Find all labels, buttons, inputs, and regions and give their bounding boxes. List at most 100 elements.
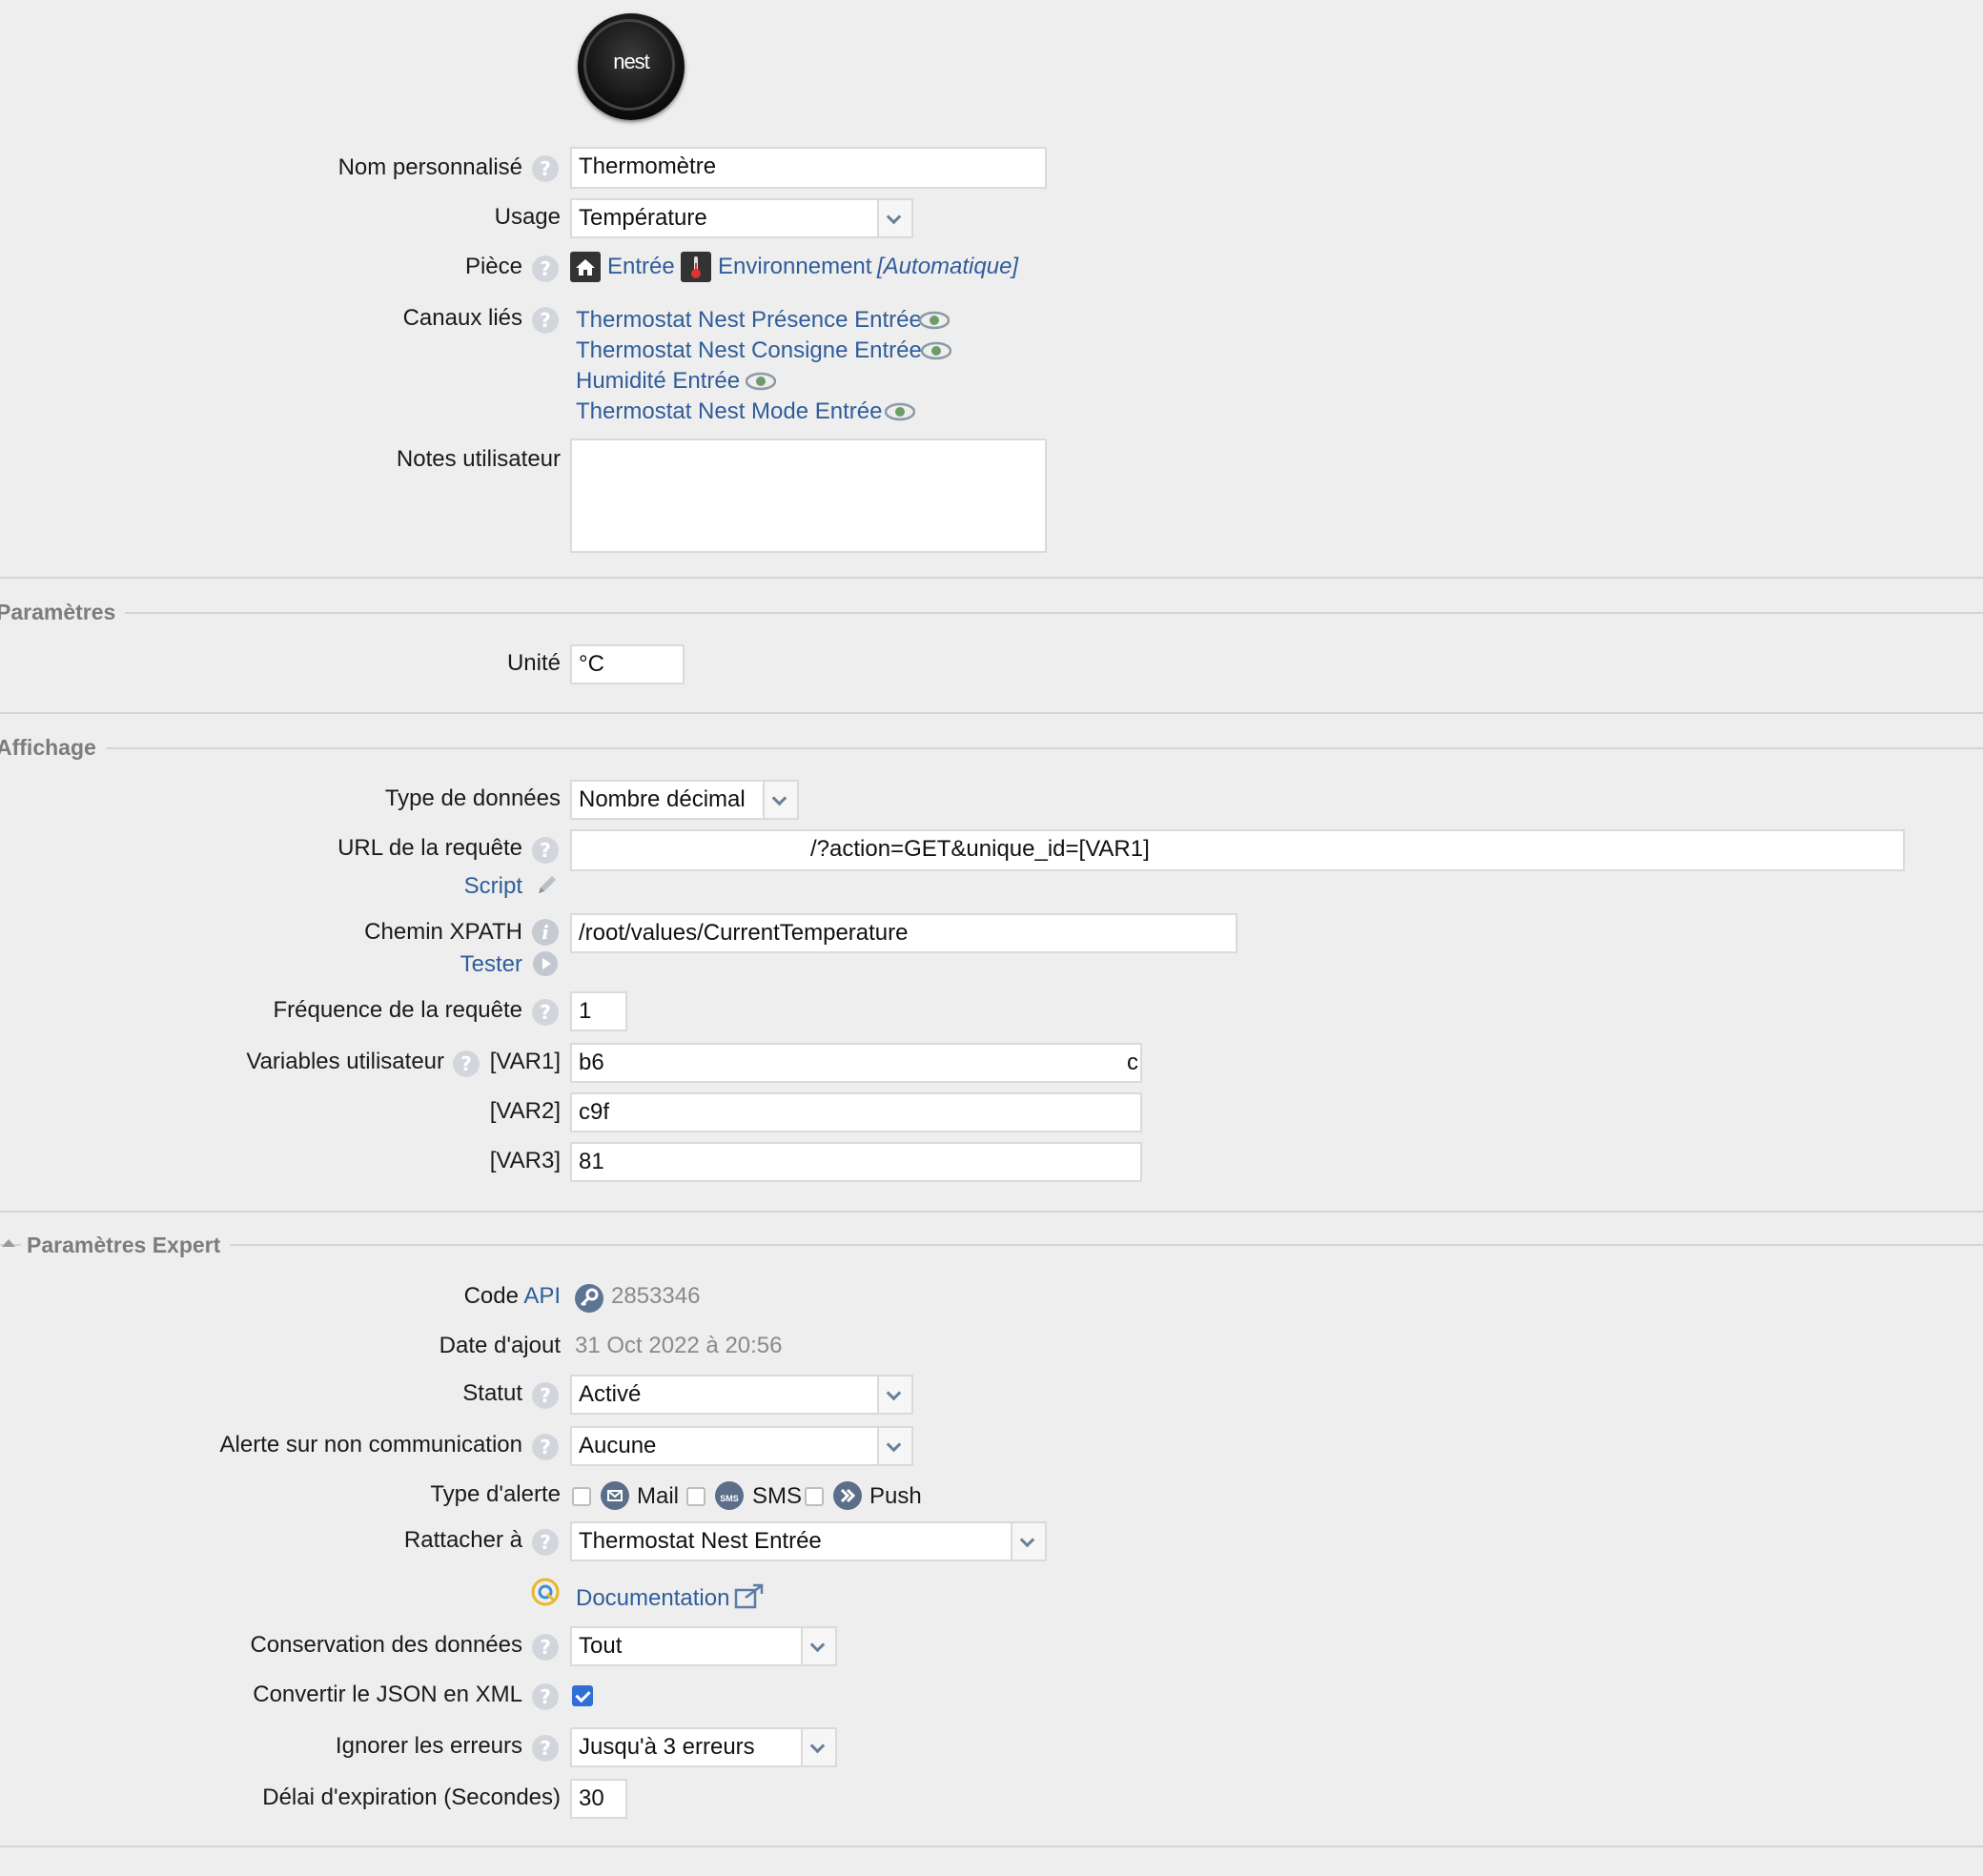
- eye-icon[interactable]: [746, 372, 776, 391]
- retention-help-icon[interactable]: ?: [532, 1634, 559, 1661]
- json-xml-label: Convertir le JSON en XML: [253, 1682, 522, 1707]
- attach-help-icon[interactable]: ?: [532, 1529, 559, 1556]
- documentation-logo-icon: [531, 1578, 560, 1606]
- section-title-affichage: Affichage: [0, 734, 106, 761]
- section-divider: [0, 712, 1983, 714]
- var1-input-tail: c: [1127, 1050, 1138, 1075]
- api-link[interactable]: API: [523, 1283, 561, 1309]
- alert-label: Alerte sur non communication: [219, 1432, 522, 1458]
- linked-label: Canaux liés: [402, 305, 522, 331]
- notes-label: Notes utilisateur: [396, 446, 561, 472]
- alert-select[interactable]: Aucune: [570, 1426, 913, 1466]
- xpath-info-icon[interactable]: i: [532, 919, 559, 946]
- push-icon: [833, 1481, 862, 1510]
- notes-textarea[interactable]: [570, 438, 1047, 553]
- room-label: Pièce: [464, 254, 522, 279]
- play-icon[interactable]: [532, 950, 559, 977]
- room-help-icon[interactable]: ?: [532, 255, 559, 282]
- linked-help-icon[interactable]: ?: [532, 307, 559, 334]
- url-input[interactable]: /?action=GET&unique_id=[VAR1]: [570, 829, 1905, 871]
- api-code-value: 2853346: [611, 1283, 701, 1309]
- mail-icon: [601, 1481, 629, 1510]
- linked-channel-link[interactable]: Thermostat Nest Consigne Entrée: [576, 336, 922, 366]
- chevron-down-icon: [801, 1628, 835, 1664]
- var3-label: [VAR3]: [489, 1148, 561, 1173]
- mail-checkbox[interactable]: [572, 1487, 591, 1506]
- json-xml-checkbox[interactable]: [572, 1685, 593, 1706]
- frequency-input[interactable]: 1: [570, 991, 627, 1031]
- sms-option-label: SMS: [752, 1483, 803, 1509]
- url-input-value: /?action=GET&unique_id=[VAR1]: [810, 836, 1150, 862]
- xpath-input[interactable]: /root/values/CurrentTemperature: [570, 913, 1237, 953]
- timeout-label: Délai d'expiration (Secondes): [262, 1784, 561, 1810]
- tester-link[interactable]: Tester: [460, 949, 522, 980]
- usage-select-value: Température: [579, 205, 707, 231]
- chevron-down-icon: [763, 782, 797, 818]
- push-checkbox[interactable]: [805, 1487, 824, 1506]
- device-logo-text: nest: [613, 50, 650, 73]
- var2-input[interactable]: c9f: [570, 1092, 1142, 1132]
- chevron-down-icon: [801, 1729, 835, 1765]
- external-link-icon[interactable]: [734, 1582, 765, 1609]
- var1-input[interactable]: b6 c: [570, 1043, 1142, 1083]
- status-help-icon[interactable]: ?: [532, 1382, 559, 1409]
- section-title-expert[interactable]: Paramètres Expert: [21, 1232, 231, 1258]
- thermometer-icon: [681, 252, 711, 282]
- status-select[interactable]: Activé: [570, 1375, 913, 1415]
- section-divider: [0, 1211, 1983, 1213]
- variables-help-icon[interactable]: ?: [453, 1050, 480, 1077]
- house-icon: [570, 252, 601, 282]
- chevron-down-icon: [877, 200, 911, 236]
- device-logo: nest: [578, 13, 685, 120]
- chevron-down-icon: [1011, 1523, 1045, 1560]
- alert-help-icon[interactable]: ?: [532, 1434, 559, 1460]
- alert-select-value: Aucune: [579, 1433, 657, 1458]
- sms-checkbox[interactable]: [686, 1487, 705, 1506]
- documentation-link[interactable]: Documentation: [576, 1582, 729, 1615]
- chevron-down-icon: [877, 1428, 911, 1464]
- unit-input[interactable]: °C: [570, 644, 685, 684]
- sms-icon: SMS: [715, 1481, 744, 1510]
- url-label: URL de la requête: [337, 835, 522, 861]
- ignore-errors-select[interactable]: Jusqu'à 3 erreurs: [570, 1727, 837, 1767]
- data-type-select-value: Nombre décimal: [579, 786, 746, 812]
- section-rule: [0, 1244, 1983, 1246]
- url-help-icon[interactable]: ?: [532, 837, 559, 864]
- ignore-errors-help-icon[interactable]: ?: [532, 1735, 559, 1762]
- pencil-icon[interactable]: [534, 871, 561, 898]
- retention-select[interactable]: Tout: [570, 1626, 837, 1666]
- date-label: Date d'ajout: [439, 1333, 561, 1358]
- usage-select[interactable]: Température: [570, 198, 913, 238]
- var1-input-value: b6: [579, 1050, 604, 1075]
- data-type-select[interactable]: Nombre décimal: [570, 780, 799, 820]
- var2-label: [VAR2]: [489, 1098, 561, 1124]
- status-label: Statut: [462, 1380, 522, 1406]
- eye-icon[interactable]: [885, 402, 915, 421]
- ignore-errors-select-value: Jusqu'à 3 erreurs: [579, 1734, 755, 1760]
- name-input[interactable]: Thermomètre: [570, 147, 1047, 189]
- category-link[interactable]: Environnement: [718, 252, 871, 282]
- linked-channel-link[interactable]: Thermostat Nest Mode Entrée: [576, 397, 882, 427]
- usage-label: Usage: [494, 204, 561, 230]
- status-select-value: Activé: [579, 1381, 642, 1407]
- section-rule: [0, 612, 1983, 614]
- linked-channel-link[interactable]: Humidité Entrée: [576, 366, 740, 397]
- eye-icon[interactable]: [919, 311, 950, 330]
- name-help-icon[interactable]: ?: [532, 155, 559, 182]
- room-link[interactable]: Entrée: [607, 252, 675, 282]
- retention-label: Conservation des données: [250, 1632, 522, 1658]
- variables-label: Variables utilisateur: [246, 1049, 444, 1074]
- attach-select[interactable]: Thermostat Nest Entrée: [570, 1521, 1047, 1561]
- script-link[interactable]: Script: [464, 871, 522, 902]
- section-divider: [0, 577, 1983, 579]
- frequency-label: Fréquence de la requête: [273, 997, 522, 1023]
- mail-option-label: Mail: [637, 1483, 680, 1509]
- linked-channel-link[interactable]: Thermostat Nest Présence Entrée: [576, 305, 922, 336]
- collapse-arrow-icon[interactable]: [2, 1239, 15, 1247]
- timeout-input[interactable]: 30: [570, 1779, 627, 1819]
- var3-input[interactable]: 81: [570, 1142, 1142, 1182]
- json-xml-help-icon[interactable]: ?: [532, 1683, 559, 1710]
- frequency-help-icon[interactable]: ?: [532, 999, 559, 1026]
- room-mode[interactable]: [Automatique]: [877, 252, 1018, 282]
- eye-icon[interactable]: [921, 341, 951, 360]
